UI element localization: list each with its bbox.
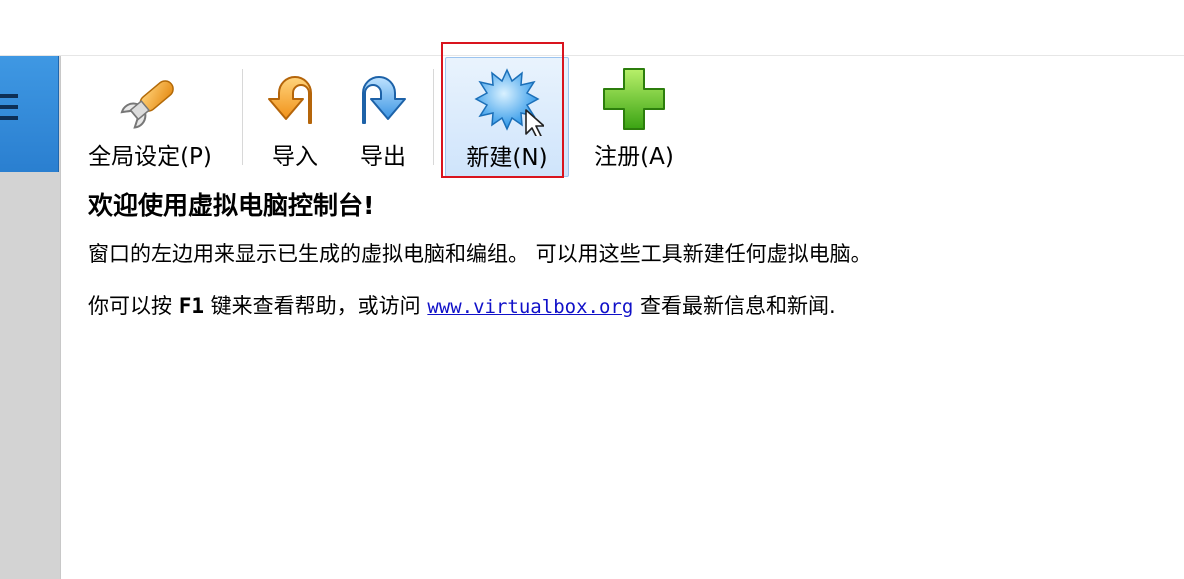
toolbar-separator xyxy=(242,69,243,165)
highlight-frame xyxy=(441,42,564,178)
main-toolbar: 全局设定(P) 导入 导出 新建(N) 注册(A) xyxy=(61,57,1184,177)
wrench-icon xyxy=(110,61,190,137)
welcome-text-line1: 窗口的左边用来显示已生成的虚拟电脑和编组。 可以用这些工具新建任何虚拟电脑。 xyxy=(88,242,872,266)
help-text-suffix: 查看最新信息和新闻. xyxy=(639,294,836,318)
help-text-prefix: 你可以按 xyxy=(88,294,172,318)
vm-list-selected-item[interactable] xyxy=(0,56,59,172)
global-settings-button[interactable]: 全局设定(P) xyxy=(75,57,225,177)
export-label: 导出 xyxy=(360,144,406,170)
global-settings-label: 全局设定(P) xyxy=(88,144,212,170)
welcome-title: 欢迎使用虚拟电脑控制台! xyxy=(88,191,375,220)
export-arrow-icon xyxy=(343,61,423,137)
welcome-text-line2: 你可以按 F1 键来查看帮助，或访问 www.virtualbox.org 查看… xyxy=(88,290,1168,320)
help-key: F1 xyxy=(178,294,204,318)
list-handle-icon xyxy=(0,94,18,127)
import-label: 导入 xyxy=(272,144,318,170)
register-label: 注册(A) xyxy=(594,144,674,170)
title-area xyxy=(0,0,1184,56)
toolbar-separator xyxy=(433,69,434,165)
import-arrow-icon xyxy=(255,61,335,137)
export-button[interactable]: 导出 xyxy=(343,57,423,177)
import-button[interactable]: 导入 xyxy=(255,57,335,177)
register-button[interactable]: 注册(A) xyxy=(579,57,689,177)
virtualbox-link[interactable]: www.virtualbox.org xyxy=(427,296,633,318)
plus-icon xyxy=(594,61,674,137)
help-text-middle: 键来查看帮助，或访问 xyxy=(210,294,421,318)
welcome-content: 欢迎使用虚拟电脑控制台! 窗口的左边用来显示已生成的虚拟电脑和编组。 可以用这些… xyxy=(88,186,1168,342)
vm-list-panel[interactable] xyxy=(0,56,61,579)
